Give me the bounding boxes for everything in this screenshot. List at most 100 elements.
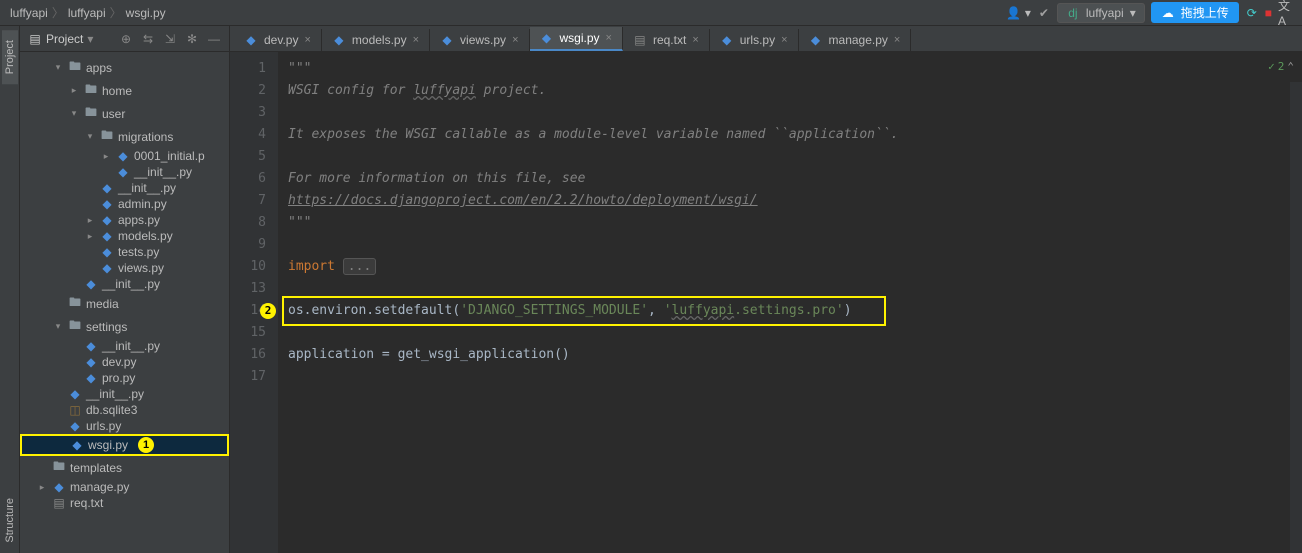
close-icon[interactable]: × xyxy=(781,34,787,46)
tree-arrow-icon[interactable]: ▾ xyxy=(84,131,96,142)
close-icon[interactable]: × xyxy=(894,34,900,46)
project-icon: ▤ xyxy=(28,32,42,46)
tree-item-templates[interactable]: 🖿templates xyxy=(20,456,229,479)
code-line-5[interactable] xyxy=(288,146,1292,168)
top-bar: luffyapi 〉 luffyapi 〉 wsgi.py 👤▾ ✔ dj lu… xyxy=(0,0,1302,26)
code-line-1[interactable]: """ xyxy=(288,58,1292,80)
django-icon: dj xyxy=(1066,6,1080,20)
side-tab-project[interactable]: Project xyxy=(2,30,18,84)
code-line-6[interactable]: For more information on this file, see xyxy=(288,168,1292,190)
tree-arrow-icon[interactable]: ▸ xyxy=(68,85,80,96)
tree-arrow-icon[interactable]: ▸ xyxy=(84,231,96,242)
close-icon[interactable]: × xyxy=(606,32,612,44)
translate-icon[interactable]: 文A xyxy=(1278,6,1292,20)
tree-item-dev-py[interactable]: ◆dev.py xyxy=(20,354,229,370)
editor-tabs: ◆dev.py×◆models.py×◆views.py×◆wsgi.py×▤r… xyxy=(230,26,1302,52)
project-panel-title[interactable]: ▤ Project ▾ xyxy=(28,32,113,46)
tree-item-admin-py[interactable]: ◆admin.py xyxy=(20,196,229,212)
tree-item-migrations[interactable]: ▾🖿migrations xyxy=(20,125,229,148)
code-line-8[interactable]: """ xyxy=(288,212,1292,234)
breadcrumb-item[interactable]: luffyapi xyxy=(68,6,106,20)
tree-arrow-icon[interactable]: ▸ xyxy=(36,482,48,493)
tree-arrow-icon[interactable]: ▸ xyxy=(100,151,112,162)
tree-item-pro-py[interactable]: ◆pro.py xyxy=(20,370,229,386)
tree-item-req-txt[interactable]: ▤req.txt xyxy=(20,495,229,511)
tree-item-label: 0001_initial.p xyxy=(134,149,205,163)
left-tool-strip: Project Structure xyxy=(0,26,20,553)
tree-item-user[interactable]: ▾🖿user xyxy=(20,102,229,125)
tree-item-apps[interactable]: ▾🖿apps xyxy=(20,56,229,79)
code-line-17[interactable] xyxy=(288,366,1292,388)
tree-item-label: urls.py xyxy=(86,419,121,433)
tree-item-views-py[interactable]: ◆views.py xyxy=(20,260,229,276)
breadcrumb-item[interactable]: luffyapi xyxy=(10,6,48,20)
tab-views-py[interactable]: ◆views.py× xyxy=(430,29,529,51)
close-icon[interactable]: × xyxy=(512,34,518,46)
breadcrumb-item[interactable]: wsgi.py xyxy=(126,6,166,20)
close-red-icon[interactable]: ■ xyxy=(1265,6,1272,20)
tree-arrow-icon[interactable]: ▾ xyxy=(52,321,64,332)
gear-icon[interactable]: ✻ xyxy=(185,32,199,46)
tree-item-models-py[interactable]: ▸◆models.py xyxy=(20,228,229,244)
tree-arrow-icon[interactable]: ▸ xyxy=(84,215,96,226)
code-line-10[interactable]: import ... xyxy=(288,256,1292,278)
tree-item-label: media xyxy=(86,297,119,311)
code-line-3[interactable] xyxy=(288,102,1292,124)
code-line-16[interactable]: application = get_wsgi_application() xyxy=(288,344,1292,366)
code-line-7[interactable]: https://docs.djangoproject.com/en/2.2/ho… xyxy=(288,190,1292,212)
tree-item-tests-py[interactable]: ◆tests.py xyxy=(20,244,229,260)
side-tab-structure[interactable]: Structure xyxy=(2,488,18,553)
close-icon[interactable]: × xyxy=(413,34,419,46)
tree-item---init---py[interactable]: ◆__init__.py xyxy=(20,164,229,180)
code-line-14[interactable]: os.environ.setdefault('DJANGO_SETTINGS_M… xyxy=(288,300,1292,322)
file-icon: ◆ xyxy=(540,31,554,45)
minimize-icon[interactable]: — xyxy=(207,32,221,46)
tree-item---init---py[interactable]: ◆__init__.py xyxy=(20,180,229,196)
project-tree[interactable]: ▾🖿apps▸🖿home▾🖿user▾🖿migrations▸◆0001_ini… xyxy=(20,52,229,553)
upload-label: 拖拽上传 xyxy=(1181,4,1229,21)
tree-item-label: apps xyxy=(86,61,112,75)
tree-arrow-icon[interactable]: ▾ xyxy=(52,62,64,73)
user-icon[interactable]: 👤▾ xyxy=(1007,6,1031,20)
tree-item---init---py[interactable]: ◆__init__.py xyxy=(20,386,229,402)
tab-req-txt[interactable]: ▤req.txt× xyxy=(623,29,710,51)
upload-button[interactable]: ☁ 拖拽上传 xyxy=(1151,2,1239,23)
tree-item-manage-py[interactable]: ▸◆manage.py xyxy=(20,479,229,495)
editor-right-gutter xyxy=(1290,82,1302,553)
tree-item-wsgi-py[interactable]: ◆wsgi.py1 xyxy=(20,434,229,456)
target-icon[interactable]: ⊕ xyxy=(119,32,133,46)
close-icon[interactable]: × xyxy=(304,34,310,46)
tree-item-0001-initial-p[interactable]: ▸◆0001_initial.p xyxy=(20,148,229,164)
tree-item-apps-py[interactable]: ▸◆apps.py xyxy=(20,212,229,228)
tree-item-label: __init__.py xyxy=(102,339,160,353)
tree-item-media[interactable]: 🖿media xyxy=(20,292,229,315)
tree-arrow-icon[interactable]: ▾ xyxy=(68,108,80,119)
code-line-2[interactable]: WSGI config for luffyapi project. xyxy=(288,80,1292,102)
tab-manage-py[interactable]: ◆manage.py× xyxy=(799,29,912,51)
tree-item-urls-py[interactable]: ◆urls.py xyxy=(20,418,229,434)
run-config-label: luffyapi xyxy=(1086,6,1124,20)
tab-dev-py[interactable]: ◆dev.py× xyxy=(234,29,322,51)
collapse-icon[interactable]: ⇲ xyxy=(163,32,177,46)
tree-item-db-sqlite3[interactable]: ◫db.sqlite3 xyxy=(20,402,229,418)
run-config-select[interactable]: dj luffyapi ▾ xyxy=(1057,3,1145,23)
tree-item-home[interactable]: ▸🖿home xyxy=(20,79,229,102)
tab-label: models.py xyxy=(352,33,407,47)
editor-body: 123456789101314151617 ✓ 2 ⌃ """WSGI conf… xyxy=(230,52,1302,553)
code-line-9[interactable] xyxy=(288,234,1292,256)
code-content[interactable]: ✓ 2 ⌃ """WSGI config for luffyapi projec… xyxy=(278,52,1302,553)
chevron-down-icon: ▾ xyxy=(87,32,93,46)
breadcrumb[interactable]: luffyapi 〉 luffyapi 〉 wsgi.py xyxy=(10,4,166,21)
tab-wsgi-py[interactable]: ◆wsgi.py× xyxy=(530,27,623,51)
git-icon[interactable]: ✔ xyxy=(1037,6,1051,20)
tree-item-settings[interactable]: ▾🖿settings xyxy=(20,315,229,338)
tab-models-py[interactable]: ◆models.py× xyxy=(322,29,430,51)
code-highlight xyxy=(282,296,886,326)
tab-urls-py[interactable]: ◆urls.py× xyxy=(710,29,799,51)
tree-item---init---py[interactable]: ◆__init__.py xyxy=(20,276,229,292)
code-line-4[interactable]: It exposes the WSGI callable as a module… xyxy=(288,124,1292,146)
refresh-icon[interactable]: ⟳ xyxy=(1245,6,1259,20)
tree-item---init---py[interactable]: ◆__init__.py xyxy=(20,338,229,354)
split-icon[interactable]: ⇆ xyxy=(141,32,155,46)
close-icon[interactable]: × xyxy=(692,34,698,46)
